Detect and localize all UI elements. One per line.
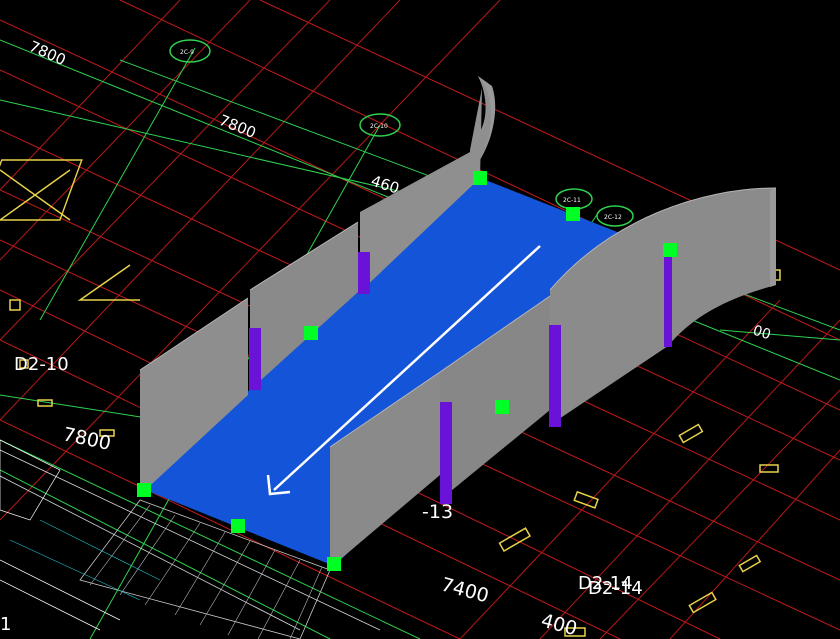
dimension-text: 7400 — [439, 574, 491, 608]
square-grip-icon — [304, 326, 318, 340]
square-grip-icon — [663, 243, 677, 257]
ramp-model[interactable] — [137, 76, 777, 571]
square-grip-icon — [137, 483, 151, 497]
column — [358, 252, 370, 294]
axis-circle-icon: 2C-9 — [169, 39, 211, 63]
square-grip-icon — [231, 519, 245, 533]
axis-bubble-label: 2C-9 — [180, 49, 194, 56]
square-grip-icon — [495, 400, 509, 414]
column — [549, 325, 561, 427]
axis-bubble-label: 2C-10 — [370, 123, 388, 130]
dimension-text: 7800 — [61, 423, 113, 455]
axis-bubble-label: 2C-11 — [563, 197, 581, 204]
square-grip-icon — [566, 207, 580, 221]
axis-circle-icon: 2C-10 — [359, 113, 401, 137]
axis-circle-icon: 2C-12 — [596, 205, 634, 227]
dimension-text: 00 — [751, 323, 773, 344]
column — [249, 328, 261, 390]
cad-3d-viewport[interactable]: 2C-9 2C-10 2C-11 2C-12 7800 7800 460 780… — [0, 0, 840, 639]
grid-label: D2-14 — [588, 578, 643, 599]
grid-label: -13 — [422, 501, 453, 523]
grid-label: D2-10 — [14, 354, 69, 375]
column — [664, 255, 672, 347]
dimension-text: 7800 — [217, 111, 259, 142]
model-canvas[interactable]: 2C-9 2C-10 2C-11 2C-12 7800 7800 460 780… — [0, 0, 840, 639]
axis-circle-icon: 2C-11 — [555, 188, 593, 210]
axis-bubble-label: 2C-12 — [604, 214, 622, 221]
square-grip-icon — [327, 557, 341, 571]
column — [440, 402, 452, 504]
grid-label: 1 — [0, 614, 11, 635]
square-grip-icon — [473, 171, 487, 185]
